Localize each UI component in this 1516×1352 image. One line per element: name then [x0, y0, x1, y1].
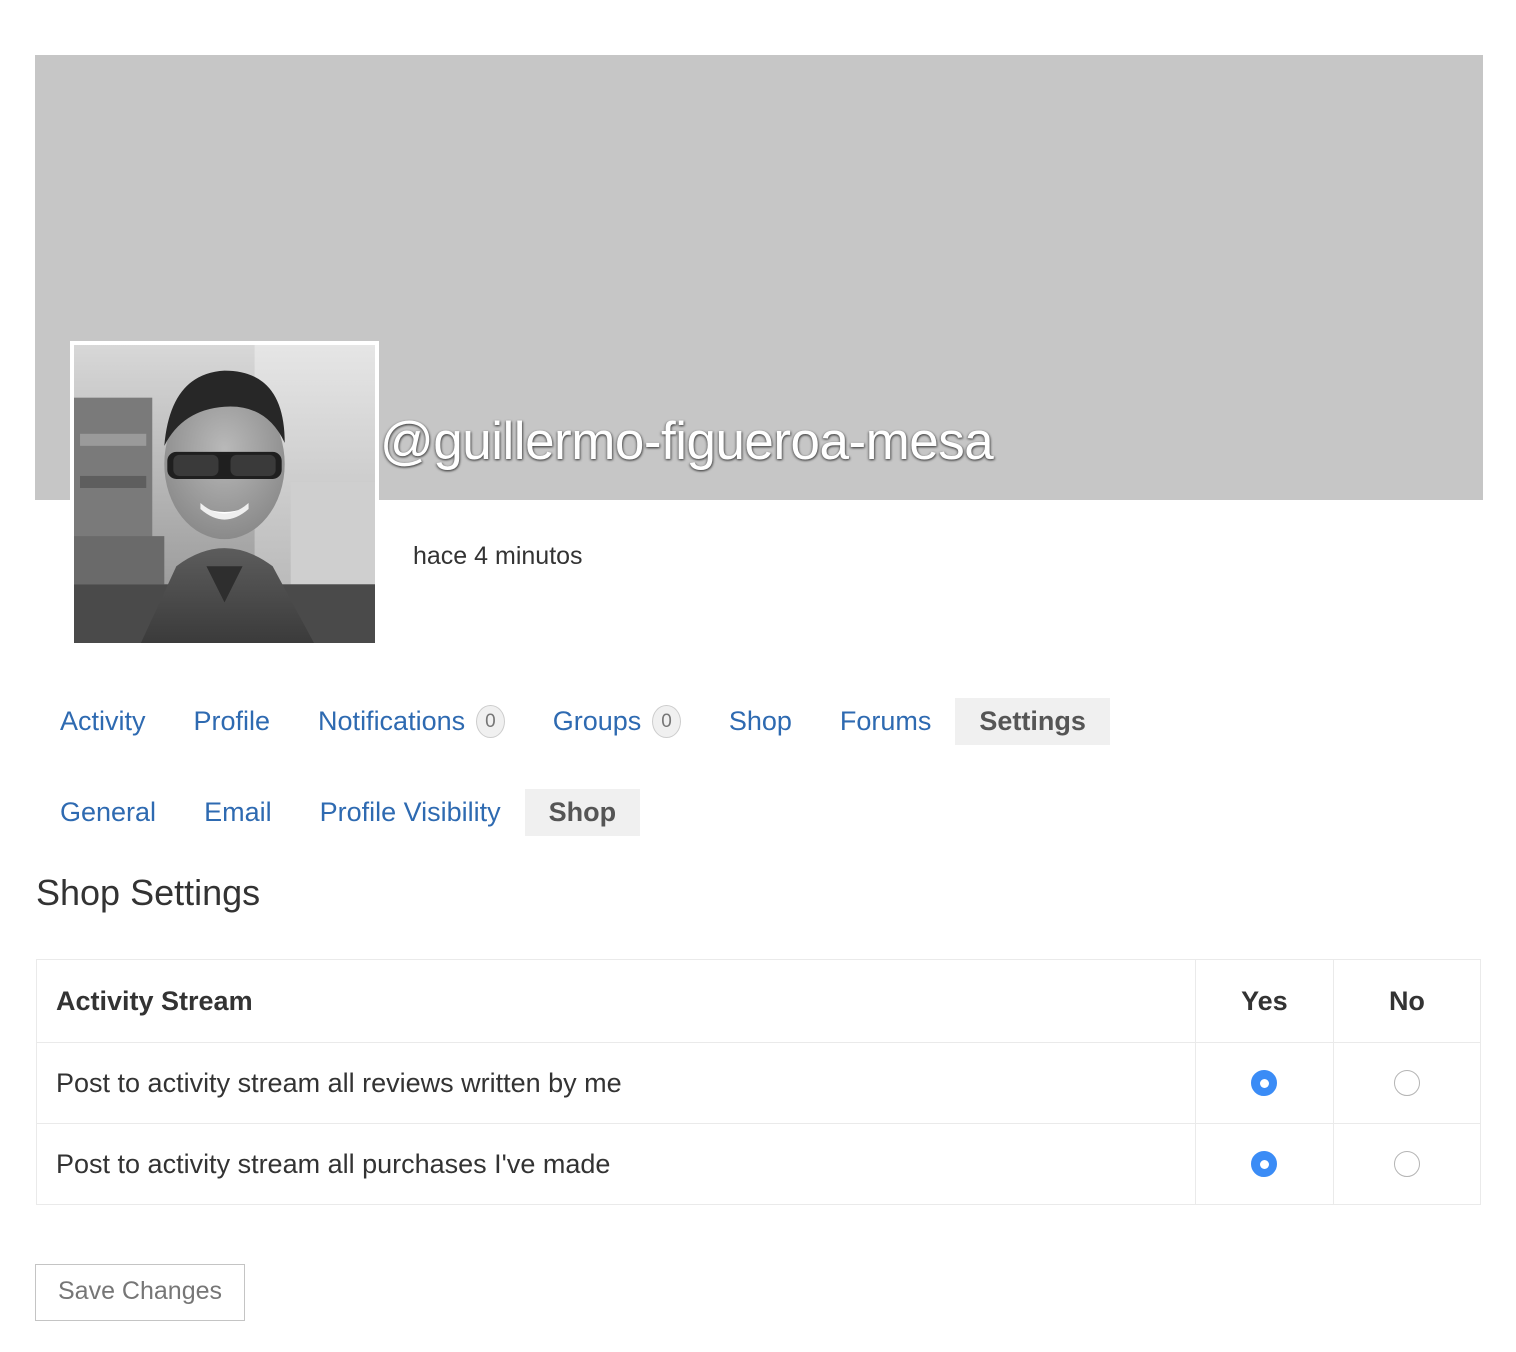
- setting-label-purchases: Post to activity stream all purchases I'…: [37, 1124, 1196, 1205]
- nav-item-forums[interactable]: Forums: [816, 698, 956, 745]
- subnav-item-email[interactable]: Email: [180, 789, 296, 836]
- setting-reviews-no-cell[interactable]: [1333, 1043, 1480, 1124]
- nav-item-activity[interactable]: Activity: [36, 698, 170, 745]
- nav-item-label: Groups: [553, 706, 642, 737]
- table-row: Post to activity stream all reviews writ…: [37, 1043, 1481, 1124]
- table-row: Post to activity stream all purchases I'…: [37, 1124, 1481, 1205]
- nav-item-label: Forums: [840, 706, 932, 737]
- radio-purchases-yes[interactable]: [1251, 1151, 1277, 1177]
- last-active-time: hace 4 minutos: [413, 542, 583, 571]
- notifications-count-badge: 0: [476, 705, 505, 738]
- radio-reviews-no[interactable]: [1394, 1070, 1420, 1096]
- column-header-activity-stream: Activity Stream: [37, 960, 1196, 1043]
- nav-item-settings[interactable]: Settings: [955, 698, 1110, 745]
- nav-item-label: Shop: [729, 706, 792, 737]
- radio-reviews-yes[interactable]: [1251, 1070, 1277, 1096]
- nav-item-label: Notifications: [318, 706, 465, 737]
- subnav-item-label: Profile Visibility: [320, 797, 501, 828]
- table-header: Activity Stream Yes No: [37, 960, 1481, 1043]
- nav-item-shop[interactable]: Shop: [705, 698, 816, 745]
- nav-item-label: Activity: [60, 706, 146, 737]
- radio-purchases-no[interactable]: [1394, 1151, 1420, 1177]
- nav-item-groups[interactable]: Groups 0: [529, 697, 705, 746]
- table-body: Post to activity stream all reviews writ…: [37, 1043, 1481, 1205]
- subnav-item-label: Email: [204, 797, 272, 828]
- avatar-photo: [74, 345, 375, 643]
- column-header-no: No: [1333, 960, 1480, 1043]
- setting-purchases-yes-cell[interactable]: [1195, 1124, 1333, 1205]
- save-changes-button[interactable]: Save Changes: [35, 1264, 245, 1321]
- column-header-yes: Yes: [1195, 960, 1333, 1043]
- groups-count-badge: 0: [652, 705, 681, 738]
- nav-item-label: Settings: [979, 706, 1086, 737]
- page-title: Shop Settings: [36, 872, 260, 914]
- subnav-item-general[interactable]: General: [36, 789, 180, 836]
- nav-item-label: Profile: [194, 706, 271, 737]
- subnav-item-profile-visibility[interactable]: Profile Visibility: [296, 789, 525, 836]
- table-header-row: Activity Stream Yes No: [37, 960, 1481, 1043]
- nav-item-notifications[interactable]: Notifications 0: [294, 697, 529, 746]
- profile-username: @guillermo-figueroa-mesa: [380, 415, 993, 468]
- profile-primary-nav: Activity Profile Notifications 0 Groups …: [36, 697, 1110, 746]
- avatar[interactable]: [70, 341, 379, 647]
- settings-subnav: General Email Profile Visibility Shop: [36, 789, 640, 836]
- setting-purchases-no-cell[interactable]: [1333, 1124, 1480, 1205]
- setting-reviews-yes-cell[interactable]: [1195, 1043, 1333, 1124]
- setting-label-reviews: Post to activity stream all reviews writ…: [37, 1043, 1196, 1124]
- nav-item-profile[interactable]: Profile: [170, 698, 295, 745]
- subnav-item-label: General: [60, 797, 156, 828]
- subnav-item-shop[interactable]: Shop: [525, 789, 641, 836]
- shop-settings-table: Activity Stream Yes No Post to activity …: [36, 959, 1481, 1205]
- subnav-item-label: Shop: [549, 797, 617, 828]
